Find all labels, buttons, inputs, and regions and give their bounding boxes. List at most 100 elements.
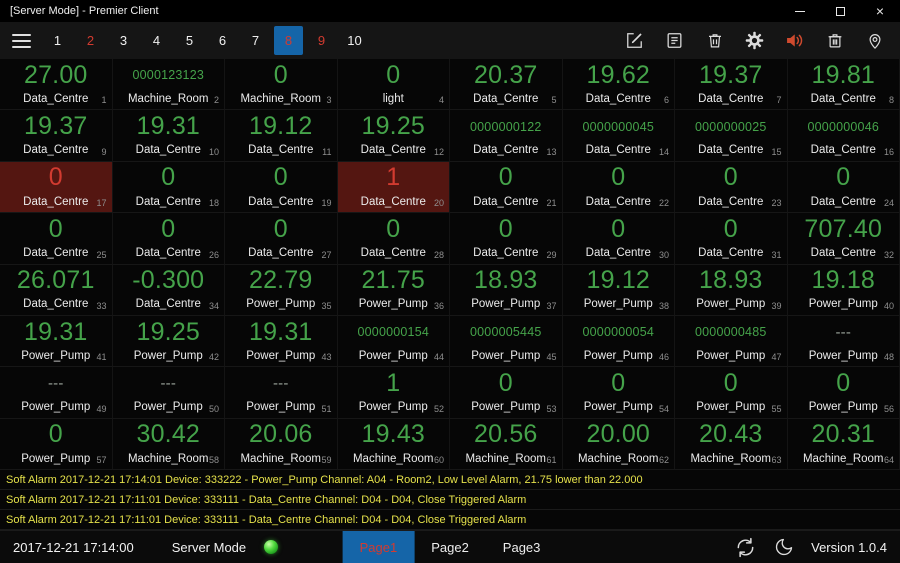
data-cell[interactable]: 0 light 4 bbox=[337, 59, 450, 111]
data-cell[interactable]: 0000000045 Data_Centre 14 bbox=[562, 110, 675, 162]
data-cell[interactable]: 0 Power_Pump 55 bbox=[675, 367, 788, 419]
data-cell[interactable]: 0 Data_Centre 24 bbox=[787, 161, 900, 214]
page-number-button[interactable]: 9 bbox=[307, 26, 336, 55]
page-number-button[interactable]: 7 bbox=[241, 26, 270, 55]
data-cell[interactable]: 0 Power_Pump 53 bbox=[450, 367, 563, 419]
data-cell[interactable]: -0.300 Data_Centre 34 bbox=[112, 264, 225, 316]
cell-footer: Power_Pump 46 bbox=[567, 347, 671, 364]
data-cell[interactable]: 19.43 Machine_Room 60 bbox=[337, 418, 450, 470]
data-cell[interactable]: 0 Data_Centre 31 bbox=[675, 213, 788, 265]
data-cell[interactable]: 27.00 Data_Centre 1 bbox=[0, 59, 113, 111]
data-cell[interactable]: 20.06 Machine_Room 59 bbox=[225, 418, 338, 470]
data-cell[interactable]: 21.75 Power_Pump 36 bbox=[337, 264, 450, 316]
clear-alarms-button[interactable] bbox=[823, 29, 846, 52]
data-cell[interactable]: 1 Data_Centre 20 bbox=[337, 161, 450, 214]
data-cell[interactable]: 0000000154 Power_Pump 44 bbox=[337, 315, 450, 368]
data-cell[interactable]: 18.93 Power_Pump 37 bbox=[450, 264, 563, 316]
page-tab[interactable]: Page1 bbox=[342, 531, 415, 563]
alarm-message[interactable]: Soft Alarm 2017-12-21 17:14:01 Device: 3… bbox=[0, 470, 900, 490]
sync-button[interactable] bbox=[733, 535, 757, 559]
data-cell[interactable]: --- Power_Pump 49 bbox=[0, 367, 113, 419]
data-cell[interactable]: 0 Power_Pump 54 bbox=[562, 367, 675, 419]
data-cell[interactable]: 0000000025 Data_Centre 15 bbox=[675, 110, 788, 162]
data-cell[interactable]: 0 Data_Centre 19 bbox=[225, 161, 338, 214]
data-cell[interactable]: 0000000054 Power_Pump 46 bbox=[562, 315, 675, 368]
data-cell[interactable]: 0 Data_Centre 28 bbox=[337, 213, 450, 265]
data-cell[interactable]: 19.31 Data_Centre 10 bbox=[112, 110, 225, 162]
report-button[interactable] bbox=[663, 29, 686, 52]
data-cell[interactable]: 19.25 Power_Pump 42 bbox=[112, 315, 225, 368]
audio-alarm-button[interactable] bbox=[783, 29, 806, 52]
data-cell[interactable]: 1 Power_Pump 52 bbox=[337, 367, 450, 419]
data-cell[interactable]: 0 Data_Centre 25 bbox=[0, 213, 113, 265]
page-tab[interactable]: Page2 bbox=[414, 531, 486, 563]
data-cell[interactable]: --- Power_Pump 51 bbox=[225, 367, 338, 419]
data-cell[interactable]: 19.31 Power_Pump 41 bbox=[0, 315, 113, 368]
data-cell[interactable]: 0000000485 Power_Pump 47 bbox=[675, 315, 788, 368]
data-cell[interactable]: 19.12 Power_Pump 38 bbox=[562, 264, 675, 316]
data-cell[interactable]: 0 Data_Centre 30 bbox=[562, 213, 675, 265]
cell-index: 5 bbox=[551, 95, 557, 106]
data-cell[interactable]: 0 Data_Centre 22 bbox=[562, 161, 675, 214]
alarm-message[interactable]: Soft Alarm 2017-12-21 17:11:01 Device: 3… bbox=[0, 510, 900, 530]
data-cell[interactable]: 19.37 Data_Centre 9 bbox=[0, 110, 113, 162]
data-cell[interactable]: 707.40 Data_Centre 32 bbox=[787, 213, 900, 265]
page-tab[interactable]: Page3 bbox=[486, 531, 558, 563]
data-cell[interactable]: 19.18 Power_Pump 40 bbox=[787, 264, 900, 316]
data-cell[interactable]: 26.071 Data_Centre 33 bbox=[0, 264, 113, 316]
data-cell[interactable]: 0 Data_Centre 18 bbox=[112, 161, 225, 214]
cell-footer: Data_Centre 25 bbox=[4, 245, 108, 262]
delete-button[interactable] bbox=[703, 29, 726, 52]
close-button[interactable]: × bbox=[860, 0, 900, 22]
data-cell[interactable]: 0000000122 Data_Centre 13 bbox=[450, 110, 563, 162]
data-cell[interactable]: 19.62 Data_Centre 6 bbox=[562, 59, 675, 111]
cell-label: Data_Centre bbox=[360, 195, 426, 208]
data-cell[interactable]: 19.81 Data_Centre 8 bbox=[787, 59, 900, 111]
data-cell[interactable]: 0 Data_Centre 29 bbox=[450, 213, 563, 265]
cell-label: Machine_Room bbox=[240, 92, 322, 105]
data-cell[interactable]: 0000000046 Data_Centre 16 bbox=[787, 110, 900, 162]
location-button[interactable] bbox=[863, 29, 886, 52]
cell-index: 22 bbox=[658, 198, 669, 209]
data-cell[interactable]: 19.31 Power_Pump 43 bbox=[225, 315, 338, 368]
page-number-button[interactable]: 3 bbox=[109, 26, 138, 55]
alarm-message[interactable]: Soft Alarm 2017-12-21 17:11:01 Device: 3… bbox=[0, 490, 900, 510]
data-cell[interactable]: 20.43 Machine_Room 63 bbox=[675, 418, 788, 470]
cell-footer: Power_Pump 39 bbox=[679, 296, 783, 313]
data-cell[interactable]: 20.37 Data_Centre 5 bbox=[450, 59, 563, 111]
menu-button[interactable] bbox=[12, 30, 31, 52]
data-cell[interactable]: 19.25 Data_Centre 12 bbox=[337, 110, 450, 162]
data-cell[interactable]: --- Power_Pump 48 bbox=[787, 315, 900, 368]
data-cell[interactable]: 0 Power_Pump 56 bbox=[787, 367, 900, 419]
data-cell[interactable]: 0000005445 Power_Pump 45 bbox=[450, 315, 563, 368]
data-cell[interactable]: 18.93 Power_Pump 39 bbox=[675, 264, 788, 316]
data-cell[interactable]: 19.37 Data_Centre 7 bbox=[675, 59, 788, 111]
page-number-button[interactable]: 4 bbox=[142, 26, 171, 55]
data-cell[interactable]: 0 Data_Centre 26 bbox=[112, 213, 225, 265]
page-number-button[interactable]: 10 bbox=[340, 26, 369, 55]
data-cell[interactable]: 22.79 Power_Pump 35 bbox=[225, 264, 338, 316]
data-cell[interactable]: 30.42 Machine_Room 58 bbox=[112, 418, 225, 470]
page-number-button[interactable]: 8 bbox=[274, 26, 303, 55]
data-cell[interactable]: 0000123123 Machine_Room 2 bbox=[112, 59, 225, 111]
data-cell[interactable]: 0 Data_Centre 21 bbox=[450, 161, 563, 214]
page-number-button[interactable]: 6 bbox=[208, 26, 237, 55]
night-mode-button[interactable] bbox=[772, 535, 796, 559]
data-cell[interactable]: 0 Data_Centre 23 bbox=[675, 161, 788, 214]
data-cell[interactable]: 19.12 Data_Centre 11 bbox=[225, 110, 338, 162]
data-cell[interactable]: 0 Data_Centre 27 bbox=[225, 213, 338, 265]
page-number-button[interactable]: 2 bbox=[76, 26, 105, 55]
page-number-button[interactable]: 5 bbox=[175, 26, 204, 55]
data-cell[interactable]: 0 Data_Centre 17 bbox=[0, 161, 113, 214]
edit-button[interactable] bbox=[623, 29, 646, 52]
data-cell[interactable]: 0 Machine_Room 3 bbox=[225, 59, 338, 111]
data-cell[interactable]: 20.31 Machine_Room 64 bbox=[787, 418, 900, 470]
minimize-button[interactable] bbox=[780, 0, 820, 22]
data-cell[interactable]: 20.56 Machine_Room 61 bbox=[450, 418, 563, 470]
data-cell[interactable]: --- Power_Pump 50 bbox=[112, 367, 225, 419]
page-number-button[interactable]: 1 bbox=[43, 26, 72, 55]
data-cell[interactable]: 20.00 Machine_Room 62 bbox=[562, 418, 675, 470]
maximize-button[interactable] bbox=[820, 0, 860, 22]
settings-button[interactable] bbox=[743, 29, 766, 52]
data-cell[interactable]: 0 Power_Pump 57 bbox=[0, 418, 113, 470]
